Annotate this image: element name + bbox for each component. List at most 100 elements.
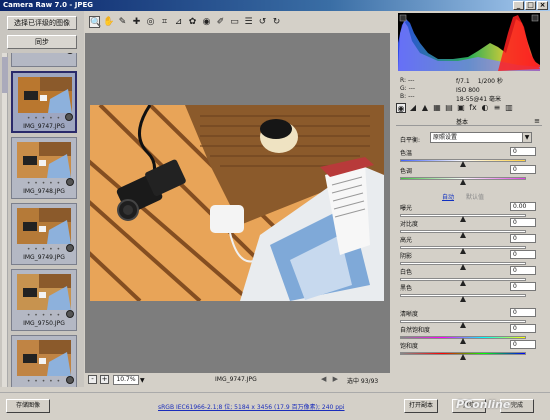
slider-label: 饱和度 — [400, 343, 419, 350]
thumbnail-image — [17, 340, 71, 376]
title-bar: Camera Raw 7.0 - JPEG _ □ × — [0, 0, 550, 11]
filmstrip-thumbnail[interactable]: • • • • • IMG_9750.JPG — [11, 269, 77, 331]
rotate-ccw-icon[interactable]: ↺ — [257, 16, 268, 28]
white-balance-select[interactable]: 原照设置 ▼ — [430, 132, 532, 143]
save-image-button[interactable]: 存储图像 — [6, 399, 50, 413]
color-sampler-icon[interactable]: ✚ — [131, 16, 142, 28]
slider-value-input[interactable]: 0 — [510, 266, 536, 275]
shutter: 1/200 秒 — [477, 78, 503, 85]
close-button[interactable]: × — [537, 1, 548, 10]
slider-label: 曝光 — [400, 205, 413, 212]
filmstrip: • • • • •• • • • •IMG_9747.JPG• • • • •I… — [8, 53, 86, 387]
selection-counter: 选中 93/93 — [347, 378, 379, 385]
spot-removal-icon[interactable]: ✿ — [187, 16, 198, 28]
auto-default-row: 自动 默认值 — [442, 192, 484, 201]
tab-detail-icon[interactable]: ▲ — [420, 103, 430, 113]
slider-value-input[interactable]: 0 — [510, 147, 536, 156]
sync-button[interactable]: 同步 — [7, 35, 77, 49]
thumbnail-filename: IMG_9750.JPG — [23, 320, 65, 327]
slider-value-input[interactable]: 0 — [510, 308, 536, 317]
slider-value-input[interactable]: 0.00 — [510, 202, 536, 211]
zoom-level[interactable]: 10.7% — [113, 375, 139, 385]
zoom-tool-icon[interactable]: 🔍 — [89, 16, 101, 28]
slider-value-input[interactable]: 0 — [510, 324, 536, 333]
slider-knob[interactable] — [460, 179, 466, 185]
watermark-logo: PConline — [456, 398, 511, 411]
filmstrip-thumbnail[interactable]: • • • • • IMG_9748.JPG — [11, 137, 77, 199]
tab-presets-icon[interactable]: ≡ — [492, 103, 502, 113]
aperture: f/7.1 — [456, 78, 470, 85]
filmstrip-thumbnail[interactable]: • • • • • — [11, 53, 77, 67]
status-bar: - + 10.7% ▼ IMG_9747.JPG ◀ ▶ 选中 93/93 — [85, 373, 390, 387]
tab-camera-calibration-icon[interactable]: ◐ — [480, 103, 490, 113]
open-copy-button[interactable]: 打开副本 — [404, 399, 438, 413]
zoom-dropdown-icon[interactable]: ▼ — [140, 377, 145, 384]
current-filename: IMG_9747.JPG — [215, 376, 257, 383]
chevron-down-icon[interactable]: ▼ — [522, 133, 531, 142]
panel-tabs: ◉ ◢ ▲ ▦ ▤ ▣ fx ◐ ≡ ▥ — [396, 103, 544, 115]
preview-canvas[interactable] — [85, 33, 390, 373]
thumbnail-filename: IMG_9747.JPG — [23, 123, 65, 130]
select-rated-button[interactable]: 选择已评级的图像 — [7, 16, 77, 30]
maximize-button[interactable]: □ — [525, 1, 536, 10]
slider-label: 高光 — [400, 237, 413, 244]
nav-arrows[interactable]: ◀ ▶ — [321, 375, 340, 383]
tab-lens-icon[interactable]: ▣ — [456, 103, 466, 113]
edit-badge-icon — [66, 310, 74, 318]
slider-value-input[interactable]: 0 — [510, 282, 536, 291]
edit-badge-icon — [66, 244, 74, 252]
tab-tone-curve-icon[interactable]: ◢ — [408, 103, 418, 113]
tab-split-toning-icon[interactable]: ▤ — [444, 103, 454, 113]
slider-value-input[interactable]: 0 — [510, 340, 536, 349]
hand-tool-icon[interactable]: ✋ — [103, 16, 114, 28]
slider-label: 阴影 — [400, 253, 413, 260]
auto-link[interactable]: 自动 — [442, 194, 454, 201]
panel-menu-icon[interactable]: ≡ — [534, 117, 540, 125]
red-eye-icon[interactable]: ◉ — [201, 16, 212, 28]
window-title: Camera Raw 7.0 - JPEG — [3, 1, 93, 9]
crop-icon[interactable]: ⌗ — [159, 16, 170, 28]
tab-hsl-icon[interactable]: ▦ — [432, 103, 442, 113]
panel-header: 基本 ≡ — [396, 116, 542, 126]
rgb-readout: R: --- G: --- B: --- — [400, 77, 416, 100]
adjustment-brush-icon[interactable]: ✐ — [215, 16, 226, 28]
tab-effects-icon[interactable]: fx — [468, 103, 478, 113]
zoom-out-button[interactable]: - — [88, 375, 97, 384]
white-balance-label: 白平衡: — [400, 137, 421, 144]
straighten-icon[interactable]: ⊿ — [173, 16, 184, 28]
slider-label: 色温 — [400, 150, 413, 157]
edit-badge-icon — [66, 178, 74, 186]
minimize-button[interactable]: _ — [513, 1, 524, 10]
thumbnail-filename: IMG_9748.JPG — [23, 188, 65, 195]
slider-value-input[interactable]: 0 — [510, 218, 536, 227]
thumbnail-filename: IMG_9749.JPG — [23, 254, 65, 261]
preferences-icon[interactable]: ☰ — [243, 16, 254, 28]
thumbnail-image — [18, 77, 72, 113]
graduated-filter-icon[interactable]: ▭ — [229, 16, 240, 28]
rotate-cw-icon[interactable]: ↻ — [271, 16, 282, 28]
exif-info: f/7.1 1/200 秒 ISO 80018-55@41 毫米 — [456, 77, 540, 104]
filmstrip-thumbnail[interactable]: • • • • • IMG_9747.JPG — [11, 71, 77, 133]
edit-badge-icon — [66, 376, 74, 384]
slider-value-input[interactable]: 0 — [510, 234, 536, 243]
white-balance-icon[interactable]: ✎ — [117, 16, 128, 28]
slider-7[interactable]: 黑色 0 — [400, 282, 540, 303]
tab-snapshots-icon[interactable]: ▥ — [504, 103, 514, 113]
filmstrip-thumbnail[interactable]: • • • • • — [11, 335, 77, 387]
zoom-in-button[interactable]: + — [100, 375, 109, 384]
filmstrip-thumbnail[interactable]: • • • • • IMG_9749.JPG — [11, 203, 77, 265]
slider-label: 对比度 — [400, 221, 419, 228]
slider-knob[interactable] — [460, 354, 466, 360]
tab-basic-icon[interactable]: ◉ — [396, 103, 406, 113]
slider-value-input[interactable]: 0 — [510, 250, 536, 259]
workflow-options-link[interactable]: sRGB IEC61966-2.1;8 位; 5184 x 3456 (17.9… — [158, 402, 345, 411]
slider-knob[interactable] — [460, 296, 466, 302]
toolbar: ✓ 预览 🔍✋✎✚◎⌗⊿✿◉✐▭☰↺↻ — [85, 11, 474, 37]
rating-stars[interactable]: • • • • • — [12, 53, 76, 55]
slider-value-input[interactable]: 0 — [510, 165, 536, 174]
slider-10[interactable]: 饱和度 0 — [400, 340, 540, 361]
targeted-adjust-icon[interactable]: ◎ — [145, 16, 156, 28]
slider-1[interactable]: 色调 0 — [400, 165, 540, 186]
default-link[interactable]: 默认值 — [466, 194, 484, 201]
histogram — [398, 13, 540, 71]
